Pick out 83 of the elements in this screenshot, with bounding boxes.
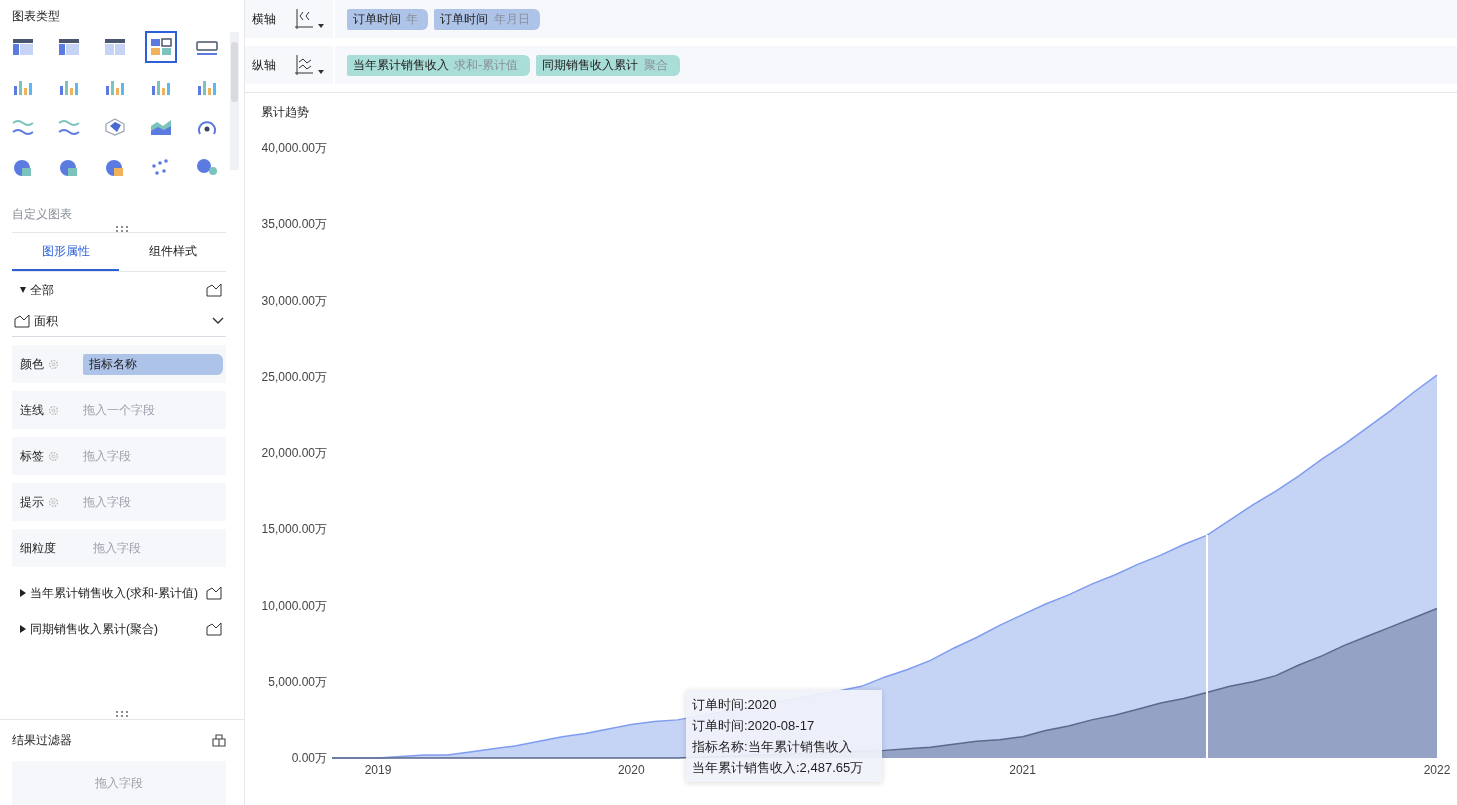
- mark-type-dropdown[interactable]: 面积: [12, 308, 226, 337]
- tooltip-line: 订单时间:2020-08-17: [692, 717, 816, 735]
- area-shape-icon[interactable]: [206, 586, 222, 600]
- axis-tick-label: 15,000.00万: [261, 522, 327, 537]
- expand-triangle-icon[interactable]: [20, 625, 26, 633]
- field-pill[interactable]: 指标名称: [83, 353, 223, 375]
- tooltip-line: 订单时间:2020: [692, 696, 778, 714]
- field-pill[interactable]: 当年累计销售收入 求和-累计值: [347, 54, 531, 76]
- field-well[interactable]: 标签 拖入字段: [12, 437, 226, 475]
- tree-label[interactable]: 全部: [30, 281, 54, 299]
- panel-tab[interactable]: 图形属性: [12, 233, 119, 271]
- field-pill[interactable]: 同期销售收入累计 聚合: [536, 54, 680, 76]
- radar-chart-icon: [104, 118, 126, 136]
- bar-chart-icon: [196, 78, 218, 96]
- tooltip-line: 当年累计销售收入:2,487.65万: [692, 759, 865, 777]
- axis-tick-label: 2019: [364, 763, 392, 777]
- expand-triangle-icon[interactable]: [20, 287, 26, 293]
- drop-placeholder: 拖入字段: [83, 447, 131, 465]
- grip-icon[interactable]: [115, 226, 129, 232]
- table-icon: [12, 38, 34, 56]
- field-pill[interactable]: 订单时间 年: [347, 8, 429, 30]
- line-chart-icon: [58, 118, 80, 136]
- area-shape-icon[interactable]: [206, 283, 222, 297]
- filter-box-icon[interactable]: [212, 734, 226, 747]
- field-label: 标签: [20, 447, 45, 465]
- pie-chart-icon: [12, 158, 34, 176]
- bar-chart-icon: [104, 78, 126, 96]
- grip-icon[interactable]: [115, 711, 129, 717]
- axis-tick-label: 20,000.00万: [261, 446, 327, 460]
- section-label: 自定义图表: [11, 206, 73, 222]
- axis-tick-label: 25,000.00万: [261, 369, 327, 384]
- line-axis-icon[interactable]: [294, 54, 314, 76]
- field-well[interactable]: 连线 拖入一个字段: [12, 391, 226, 429]
- axis-tick-label: 2021: [1009, 763, 1036, 777]
- axis-tick-label: 10,000.00万: [261, 598, 327, 613]
- axis-label: 纵轴: [252, 56, 276, 74]
- tiles-icon: [150, 38, 172, 56]
- axis-icon[interactable]: [294, 8, 314, 30]
- field-well[interactable]: 细粒度 拖入字段: [12, 529, 226, 567]
- chart-title: 累计趋势: [261, 104, 309, 121]
- axis-tick-label: 5,000.00万: [268, 674, 327, 689]
- line-chart-icon: [12, 118, 34, 136]
- field-label: 提示: [20, 493, 45, 511]
- drop-placeholder: 拖入字段: [93, 539, 141, 557]
- gauge-icon: [196, 118, 218, 136]
- tree-label[interactable]: 当年累计销售收入(求和-累计值): [30, 584, 198, 602]
- axis-tick-label: 2022: [1423, 763, 1451, 777]
- bar-chart-icon: [150, 78, 172, 96]
- axis-tick-label: 0.00万: [291, 751, 327, 765]
- field-label: 连线: [20, 401, 45, 419]
- expand-triangle-icon[interactable]: [20, 589, 26, 597]
- drop-placeholder: 拖入一个字段: [83, 401, 155, 419]
- field-label: 颜色: [20, 355, 45, 373]
- pie-chart-icon: [104, 158, 126, 176]
- field-pill[interactable]: 订单时间 年月日: [434, 8, 540, 30]
- bar-chart-icon: [12, 78, 34, 96]
- area-shape-icon[interactable]: [206, 622, 222, 636]
- drop-placeholder: 拖入字段: [83, 493, 131, 511]
- axis-tick-label: 40,000.00万: [261, 141, 327, 155]
- bubble-chart-icon: [196, 158, 218, 176]
- section-title: 结果过滤器: [12, 732, 72, 749]
- area-chart-icon: [150, 118, 172, 136]
- panel-tab[interactable]: 组件样式: [119, 233, 226, 271]
- scrollbar[interactable]: [230, 32, 239, 170]
- axis-tick-label: 30,000.00万: [261, 293, 327, 308]
- chevron-down-icon: [212, 317, 224, 325]
- tree-label[interactable]: 同期销售收入累计(聚合): [30, 620, 158, 638]
- caret-icon[interactable]: [318, 24, 324, 28]
- caret-icon[interactable]: [318, 70, 324, 74]
- table-icon: [104, 38, 126, 56]
- field-well[interactable]: 颜色 指标名称: [12, 345, 226, 383]
- bar-chart-icon: [58, 78, 80, 96]
- area-shape-icon: [14, 314, 30, 328]
- axis-tick-label: 2020: [617, 763, 645, 777]
- pie-chart-icon: [58, 158, 80, 176]
- field-label: 细粒度: [20, 539, 56, 557]
- axis-tick-label: 35,000.00万: [261, 217, 327, 232]
- axis-label: 横轴: [252, 10, 276, 28]
- chart-type-button[interactable]: [145, 31, 177, 63]
- tooltip-line: 指标名称:当年累计销售收入: [692, 738, 853, 756]
- panel-title: 图表类型: [11, 8, 61, 25]
- field-well[interactable]: 提示 拖入字段: [12, 483, 226, 521]
- table-icon: [58, 38, 80, 56]
